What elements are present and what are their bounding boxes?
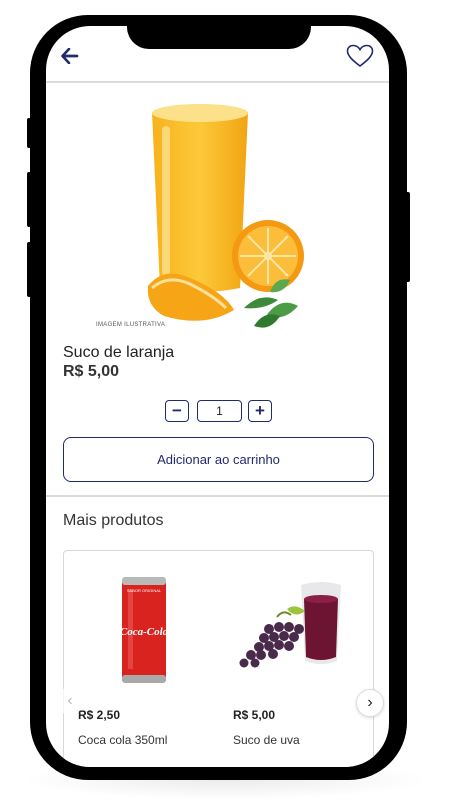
product-name: Suco de laranja <box>63 344 175 361</box>
more-products-title: Mais produtos <box>63 512 164 529</box>
chevron-left-icon: ‹ <box>67 692 73 709</box>
product-card[interactable]: SABOR ORIGINAL Coca-Cola R$ 2,50 Coca co… <box>74 551 214 767</box>
product-card-name: Coca cola 350ml <box>78 733 168 747</box>
favorite-button[interactable] <box>346 44 376 70</box>
back-button[interactable] <box>61 47 87 68</box>
product-card[interactable]: R$ 5,00 Suco de uva <box>229 551 369 767</box>
product-card-price: R$ 5,00 <box>233 708 276 722</box>
heart-outline-icon <box>346 44 374 68</box>
carousel-prev-button[interactable]: ‹ <box>56 687 84 715</box>
section-divider <box>46 495 389 497</box>
image-caption: IMAGEM ILUSTRATIVA <box>96 322 166 328</box>
products-carousel: SABOR ORIGINAL Coca-Cola R$ 2,50 Coca co… <box>56 550 384 767</box>
app-screen: IMAGEM ILUSTRATIVA Suco de laranja R$ 5,… <box>46 26 389 767</box>
product-card-price: R$ 2,50 <box>78 708 121 722</box>
chevron-right-icon: › <box>367 694 373 711</box>
product-price: R$ 5,00 <box>63 363 120 380</box>
quantity-decrease-button[interactable]: − <box>165 400 189 422</box>
phone-notch <box>127 26 311 49</box>
product-card-image <box>239 582 341 668</box>
carousel-next-button[interactable]: › <box>356 689 384 717</box>
quantity-increase-button[interactable]: + <box>248 400 272 422</box>
can-logo-text: Coca-Cola <box>120 626 169 638</box>
add-to-cart-button[interactable]: Adicionar ao carrinho <box>63 437 374 482</box>
header-divider <box>46 81 389 83</box>
can-top-text: SABOR ORIGINAL <box>127 588 162 593</box>
product-card-name: Suco de uva <box>233 733 300 747</box>
product-image <box>147 104 304 328</box>
arrow-left-icon <box>61 47 79 65</box>
quantity-input[interactable] <box>197 400 242 422</box>
product-card-image: SABOR ORIGINAL Coca-Cola <box>120 577 169 683</box>
